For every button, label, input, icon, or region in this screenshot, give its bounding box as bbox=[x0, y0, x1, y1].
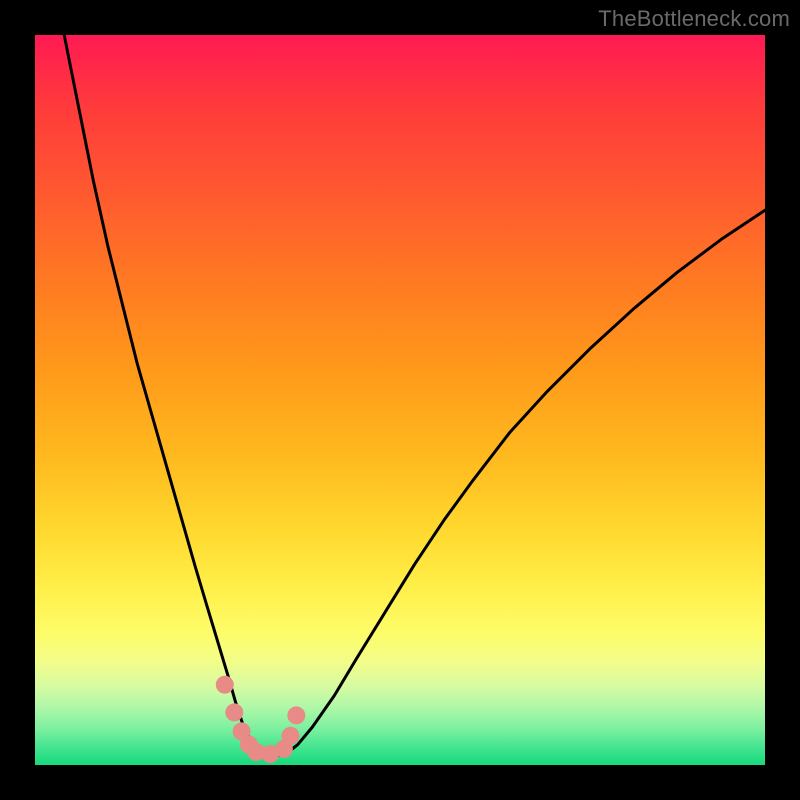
chart-frame: TheBottleneck.com bbox=[0, 0, 800, 800]
plot-area bbox=[35, 35, 765, 765]
watermark-text: TheBottleneck.com bbox=[598, 6, 790, 32]
curve-line bbox=[64, 35, 765, 756]
chart-svg bbox=[35, 35, 765, 765]
dip-markers bbox=[216, 676, 305, 763]
